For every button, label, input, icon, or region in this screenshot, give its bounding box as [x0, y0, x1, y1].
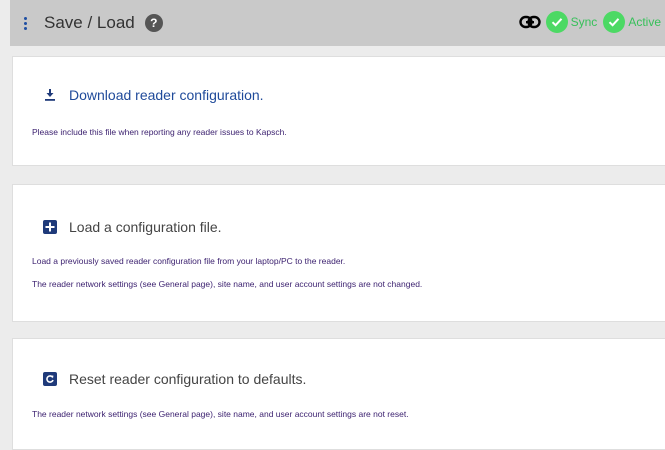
- help-icon[interactable]: ?: [144, 14, 163, 32]
- plus-box-icon: [43, 220, 57, 234]
- kebab-menu-icon[interactable]: [24, 16, 28, 30]
- link-icon[interactable]: [518, 15, 541, 29]
- page-header: Save / Load ? Sync Active: [10, 0, 665, 46]
- page-title: Save / Load: [44, 13, 135, 32]
- download-config-label: Download reader configuration.: [69, 87, 264, 103]
- load-note-2: The reader network settings (see General…: [32, 279, 423, 289]
- download-icon: [43, 88, 57, 102]
- status-bar: Sync Active: [518, 11, 665, 33]
- check-circle-icon: [545, 11, 568, 33]
- reset-config-button[interactable]: Reset reader configuration to defaults.: [43, 371, 306, 387]
- reset-note: The reader network settings (see General…: [32, 409, 409, 419]
- load-config-label: Load a configuration file.: [69, 219, 222, 235]
- reset-card: Reset reader configuration to defaults. …: [12, 338, 665, 450]
- download-card: Download reader configuration. Please in…: [12, 56, 665, 166]
- download-note: Please include this file when reporting …: [32, 127, 287, 137]
- download-config-button[interactable]: Download reader configuration.: [43, 87, 264, 103]
- reset-config-label: Reset reader configuration to defaults.: [69, 371, 307, 387]
- load-config-button[interactable]: Load a configuration file.: [43, 219, 222, 235]
- active-status-label: Active: [628, 15, 661, 29]
- load-note-1: Load a previously saved reader configura…: [32, 256, 346, 266]
- check-circle-icon: [603, 11, 626, 33]
- sync-status-label: Sync: [570, 15, 598, 29]
- load-card: Load a configuration file. Load a previo…: [12, 184, 665, 322]
- reset-icon: [43, 372, 57, 386]
